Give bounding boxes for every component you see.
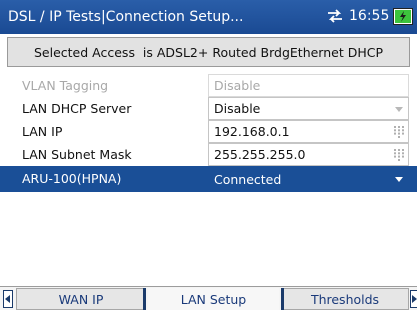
clock: 16:55 bbox=[349, 8, 390, 24]
selected-access-banner: Selected Access is ADSL2+ Routed BrdgEth… bbox=[7, 37, 410, 67]
lan-subnet-mask-field[interactable]: 255.255.255.0 bbox=[208, 143, 409, 166]
row-label: LAN IP bbox=[22, 124, 63, 139]
row-vlan-tagging: VLAN Tagging Disable bbox=[0, 74, 417, 97]
row-value: 255.255.255.0 bbox=[214, 147, 306, 162]
tab-divider bbox=[143, 288, 146, 310]
lan-dhcp-server-dropdown[interactable]: Disable bbox=[208, 97, 409, 120]
access-banner-area: Selected Access is ADSL2+ Routed BrdgEth… bbox=[0, 34, 417, 70]
selected-access-text: Selected Access is ADSL2+ Routed BrdgEth… bbox=[34, 44, 383, 60]
tab-lan-setup[interactable]: LAN Setup bbox=[148, 288, 279, 310]
row-lan-dhcp-server[interactable]: LAN DHCP Server Disable bbox=[0, 97, 417, 120]
row-label: LAN Subnet Mask bbox=[22, 147, 132, 162]
row-label: VLAN Tagging bbox=[22, 78, 109, 93]
title-bar: DSL / IP Tests|Connection Setup... 16:55 bbox=[0, 0, 417, 34]
keypad-icon[interactable] bbox=[394, 149, 404, 161]
chevron-down-icon[interactable] bbox=[395, 177, 403, 182]
row-value: 192.168.0.1 bbox=[214, 124, 290, 139]
tab-divider bbox=[281, 288, 284, 310]
tab-thresholds[interactable]: Thresholds bbox=[281, 288, 409, 310]
row-aru-100-hpna[interactable]: ARU-100(HPNA) Connected bbox=[0, 166, 417, 192]
row-label: ARU-100(HPNA) bbox=[22, 171, 122, 186]
row-value: Disable bbox=[214, 101, 261, 116]
row-value: Disable bbox=[214, 78, 261, 93]
chevron-down-icon[interactable] bbox=[395, 107, 403, 112]
keypad-icon[interactable] bbox=[394, 126, 404, 138]
tab-label: Thresholds bbox=[310, 291, 380, 307]
vlan-tagging-dropdown: Disable bbox=[208, 74, 409, 97]
tab-label: WAN IP bbox=[58, 291, 104, 307]
battery-icon bbox=[393, 8, 413, 25]
row-value: Connected bbox=[214, 172, 282, 187]
aru-100-hpna-dropdown[interactable]: Connected bbox=[208, 166, 409, 192]
row-label: LAN DHCP Server bbox=[22, 101, 132, 116]
lan-ip-field[interactable]: 192.168.0.1 bbox=[208, 120, 409, 143]
window-title: DSL / IP Tests|Connection Setup... bbox=[8, 9, 244, 25]
tab-wan-ip[interactable]: WAN IP bbox=[16, 288, 146, 310]
network-transfer-icon bbox=[328, 9, 342, 23]
scroll-left-button[interactable] bbox=[3, 290, 13, 308]
tab-label: LAN Setup bbox=[180, 291, 247, 307]
tab-bar: WAN IP LAN Setup Thresholds bbox=[0, 286, 417, 310]
scroll-right-button[interactable] bbox=[410, 290, 417, 308]
row-lan-ip[interactable]: LAN IP 192.168.0.1 bbox=[0, 120, 417, 143]
row-lan-subnet-mask[interactable]: LAN Subnet Mask 255.255.255.0 bbox=[0, 143, 417, 166]
